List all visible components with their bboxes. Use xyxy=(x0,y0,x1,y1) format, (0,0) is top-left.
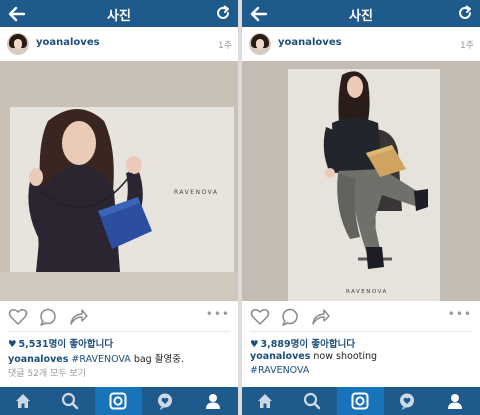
more-options-icon[interactable]: ••• xyxy=(206,307,230,321)
more-options-icon[interactable]: ••• xyxy=(448,307,472,321)
share-icon[interactable] xyxy=(310,308,330,326)
like-count-text: 5,531명이 좋아합니다 xyxy=(18,339,114,350)
refresh-icon[interactable] xyxy=(456,4,474,22)
avatar[interactable] xyxy=(249,33,271,55)
search-icon xyxy=(61,392,79,410)
top-bar: 사진 xyxy=(242,0,480,27)
comment-icon[interactable] xyxy=(280,308,300,326)
brand-label: RAVENOVA xyxy=(346,289,388,295)
comment-icon[interactable] xyxy=(38,308,58,326)
activity-icon xyxy=(400,393,414,410)
username[interactable]: yoanaloves xyxy=(278,37,342,48)
post-header: yoanaloves 1주 xyxy=(0,27,238,61)
brand-label: RAVENOVA xyxy=(174,189,218,196)
activity-icon xyxy=(158,393,172,410)
post-photo[interactable]: RAVENOVA xyxy=(0,61,238,301)
action-bar: ••• xyxy=(0,303,238,331)
post-time: 1주 xyxy=(217,41,232,51)
like-count-text: 3,889명이 좋아합니다 xyxy=(260,339,356,350)
caption: yoanaloves #RAVENOVA bag 촬영중. xyxy=(8,351,184,365)
photo-illustration: RAVENOVA xyxy=(0,61,238,301)
tab-activity[interactable] xyxy=(384,387,431,415)
caption-line-2: #RAVENOVA xyxy=(250,365,309,376)
camera-icon xyxy=(351,392,369,410)
photo-illustration: RAVENOVA xyxy=(242,61,480,301)
caption-hashtag[interactable]: #RAVENOVA xyxy=(250,365,309,376)
tab-profile[interactable] xyxy=(432,387,479,415)
home-icon xyxy=(258,394,272,408)
tab-home[interactable] xyxy=(242,387,289,415)
app-screen: 사진 yoanaloves 1주 RAVENOVA ••• ♥ 5,531명이 … xyxy=(0,0,480,415)
screen-title: 사진 xyxy=(107,9,131,24)
username[interactable]: yoanaloves xyxy=(36,37,100,48)
camera-icon xyxy=(109,392,127,410)
like-count[interactable]: ♥ 5,531명이 좋아합니다 xyxy=(8,336,113,350)
bottom-tab-bar xyxy=(0,387,238,415)
view-comments-link[interactable]: 댓글 52개 모두 보기 xyxy=(8,366,86,379)
share-icon[interactable] xyxy=(68,308,88,326)
caption-username[interactable]: yoanaloves xyxy=(250,351,310,362)
post-header: yoanaloves 1주 xyxy=(242,27,480,61)
post-screen-left: 사진 yoanaloves 1주 RAVENOVA ••• ♥ 5,531명이 … xyxy=(0,0,238,415)
caption-hashtag[interactable]: #RAVENOVA xyxy=(71,354,130,365)
small-heart-icon: ♥ xyxy=(250,339,259,350)
post-photo[interactable]: RAVENOVA xyxy=(242,61,480,301)
bottom-tab-bar xyxy=(242,387,480,415)
home-icon xyxy=(16,394,30,408)
small-heart-icon: ♥ xyxy=(8,339,17,350)
caption: yoanaloves now shooting xyxy=(250,351,377,362)
tab-search[interactable] xyxy=(289,387,336,415)
tab-activity[interactable] xyxy=(142,387,189,415)
post-time: 1주 xyxy=(459,41,474,51)
top-bar: 사진 xyxy=(0,0,238,27)
profile-icon xyxy=(206,394,220,409)
like-count[interactable]: ♥ 3,889명이 좋아합니다 xyxy=(250,336,355,350)
tab-home[interactable] xyxy=(0,387,47,415)
caption-username[interactable]: yoanaloves xyxy=(8,354,68,365)
tab-camera[interactable] xyxy=(95,387,142,415)
heart-icon[interactable] xyxy=(250,308,270,326)
post-screen-right: 사진 yoanaloves 1주 RAVENOVA ••• ♥ 3,889명이 … xyxy=(242,0,480,415)
profile-icon xyxy=(448,394,462,409)
heart-icon[interactable] xyxy=(8,308,28,326)
action-bar: ••• xyxy=(242,303,480,331)
caption-text: now shooting xyxy=(310,351,378,362)
divider xyxy=(250,331,472,332)
search-icon xyxy=(303,392,321,410)
tab-profile[interactable] xyxy=(190,387,237,415)
refresh-icon[interactable] xyxy=(214,4,232,22)
screen-title: 사진 xyxy=(349,9,373,24)
tab-search[interactable] xyxy=(47,387,94,415)
tab-camera[interactable] xyxy=(337,387,384,415)
avatar[interactable] xyxy=(7,33,29,55)
caption-text: bag 촬영중. xyxy=(130,354,184,365)
divider xyxy=(8,331,230,332)
